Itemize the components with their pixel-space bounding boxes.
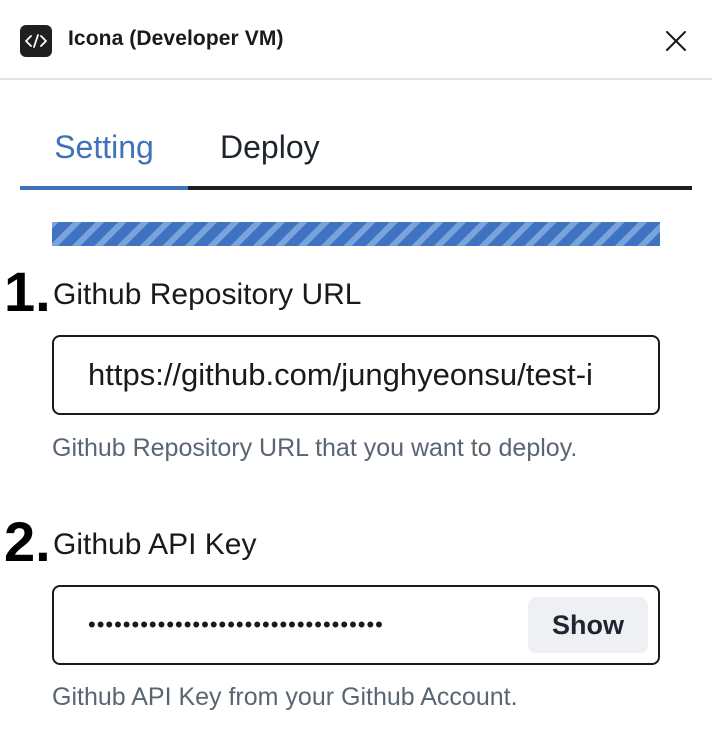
tab-setting-label: Setting	[54, 129, 154, 165]
code-icon	[20, 25, 52, 57]
tab-deploy-label: Deploy	[220, 129, 320, 165]
tab-deploy[interactable]: Deploy	[220, 112, 320, 186]
api-key-label: Github API Key	[53, 528, 257, 561]
step-number-1: 1.	[4, 260, 51, 323]
api-key-value: ••••••••••••••••••••••••••••••••••	[88, 612, 384, 637]
tab-setting[interactable]: Setting	[20, 112, 188, 190]
api-key-help: Github API Key from your Github Account.	[52, 683, 518, 711]
repo-url-label: Github Repository URL	[53, 278, 362, 311]
dialog-window: Icona (Developer VM) Setting Deploy 1. G…	[0, 0, 712, 754]
close-icon	[666, 31, 686, 51]
active-tab-indicator	[20, 186, 188, 190]
progress-bar	[52, 222, 660, 246]
show-button[interactable]: Show	[528, 597, 648, 653]
repo-url-value: https://github.com/junghyeonsu/test-i	[88, 357, 593, 392]
window-title: Icona (Developer VM)	[68, 27, 284, 50]
api-key-input[interactable]: •••••••••••••••••••••••••••••••••• Show	[52, 585, 660, 665]
close-button[interactable]	[660, 25, 692, 57]
tab-bar: Setting Deploy	[20, 112, 692, 190]
title-bar: Icona (Developer VM)	[0, 0, 712, 80]
repo-url-input[interactable]: https://github.com/junghyeonsu/test-i	[52, 335, 660, 415]
repo-url-help: Github Repository URL that you want to d…	[52, 434, 578, 462]
step-number-2: 2.	[4, 510, 51, 573]
